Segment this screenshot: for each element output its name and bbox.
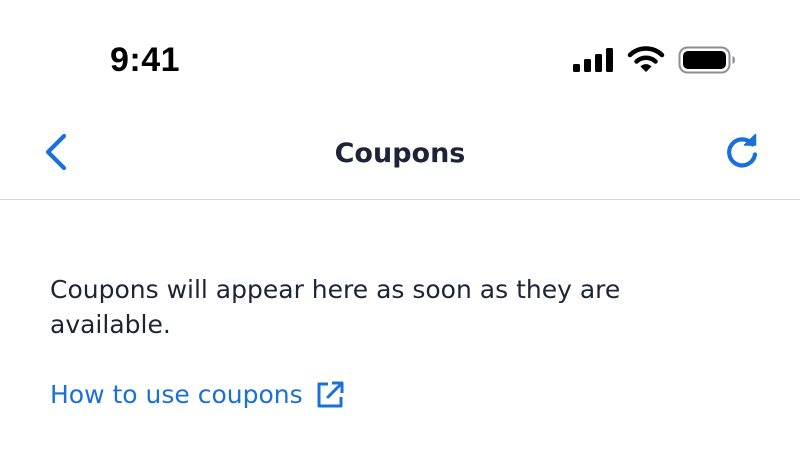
empty-state-message: Coupons will appear here as soon as they… [50,275,621,339]
wifi-icon [627,45,665,77]
back-button[interactable] [30,128,82,180]
page-title: Coupons [334,138,466,169]
status-time: 9:41 [110,41,181,79]
battery-icon [678,46,736,78]
external-link-icon [315,380,345,410]
chevron-left-icon [42,132,70,176]
nav-bar: Coupons [0,110,800,200]
status-bar: 9:41 [0,0,800,110]
help-link-label: How to use coupons [50,380,303,409]
signal-icon [573,48,615,76]
refresh-icon [722,132,762,176]
coupons-screen: 9:41 Coupons Coupons will appear here as… [0,0,800,450]
refresh-button[interactable] [716,128,768,180]
how-to-use-coupons-link[interactable]: How to use coupons [50,378,345,412]
coupons-content: Coupons will appear here as soon as they… [50,200,770,450]
